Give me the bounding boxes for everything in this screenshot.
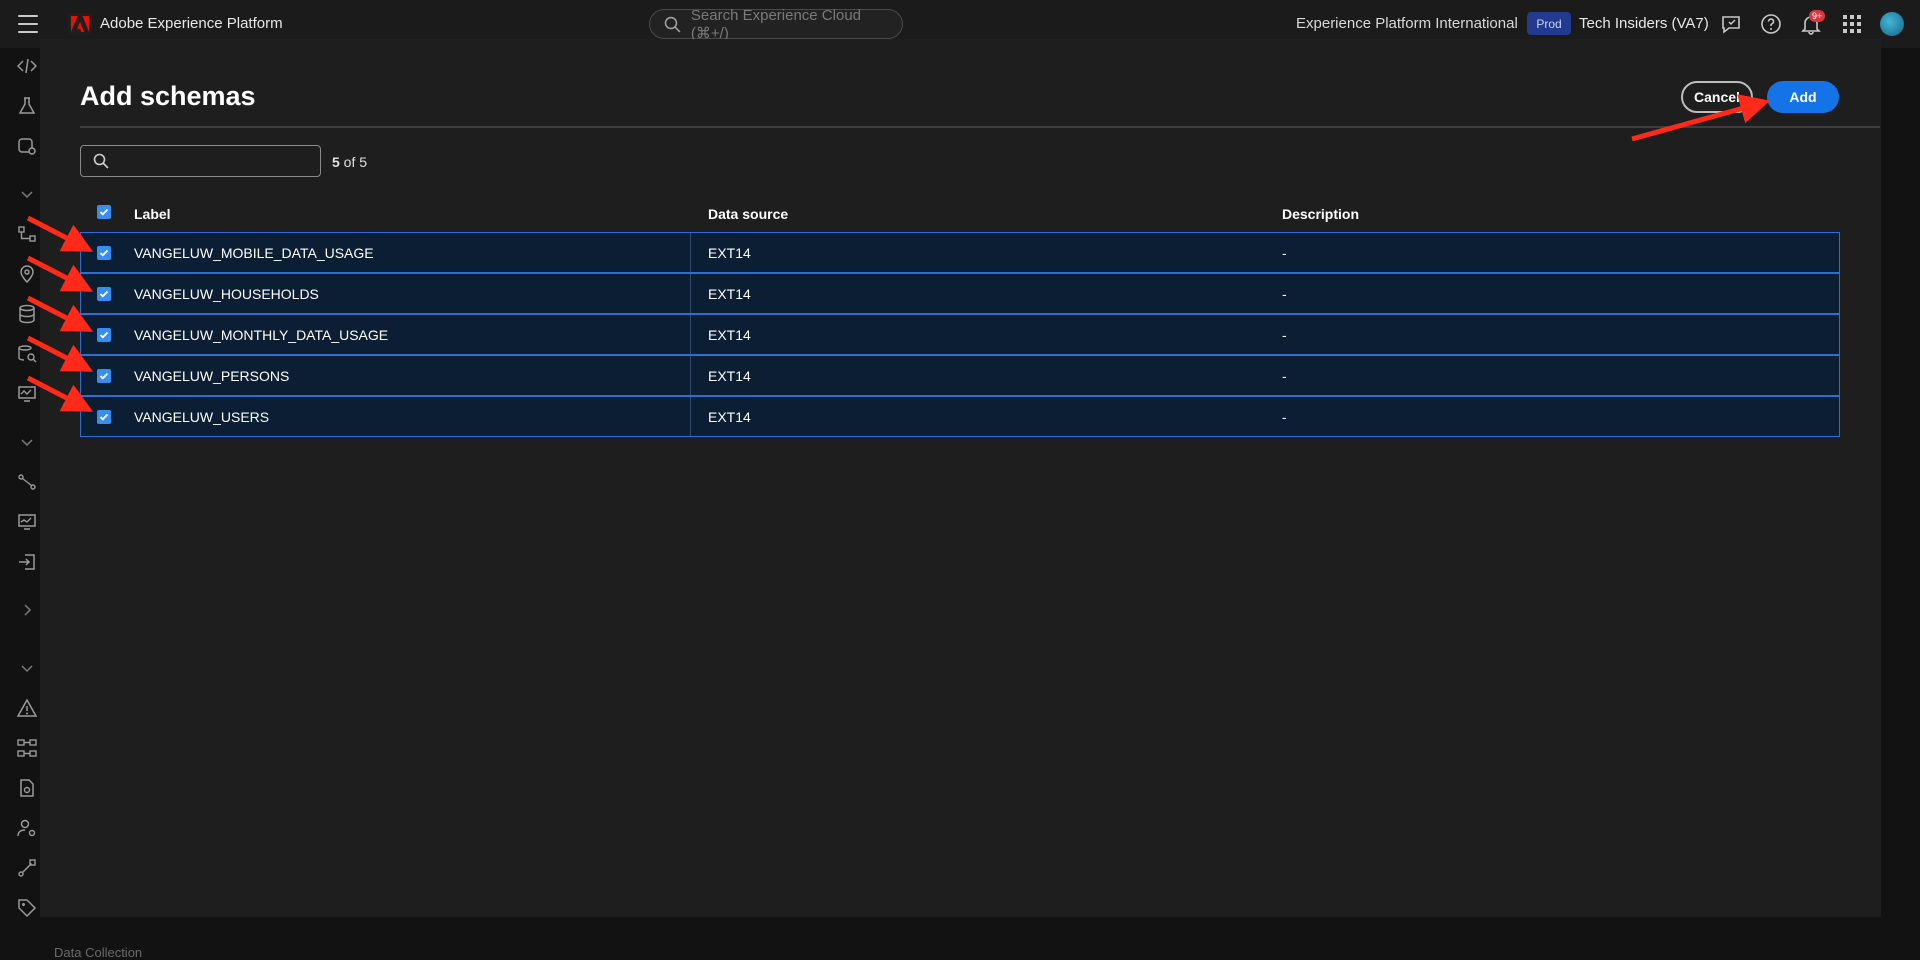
schema-settings-icon[interactable] bbox=[17, 136, 37, 156]
column-header-description[interactable]: Description bbox=[1282, 206, 1359, 222]
help-icon[interactable] bbox=[1760, 13, 1782, 35]
row-label: VANGELUW_MONTHLY_DATA_USAGE bbox=[134, 327, 389, 343]
chevron-down-icon[interactable] bbox=[17, 184, 37, 204]
add-schemas-dialog: Add schemas Cancel Add 5 of 5 Label Data… bbox=[40, 39, 1881, 917]
apps-grid-icon[interactable] bbox=[1841, 13, 1863, 35]
menu-icon[interactable] bbox=[18, 15, 38, 33]
workflow-icon[interactable] bbox=[17, 224, 37, 244]
column-header-label[interactable]: Label bbox=[134, 206, 171, 222]
row-checkbox[interactable] bbox=[97, 369, 111, 383]
row-label: VANGELUW_USERS bbox=[134, 409, 270, 425]
row-description: - bbox=[1282, 327, 1287, 343]
code-icon[interactable] bbox=[17, 56, 37, 76]
database-icon[interactable] bbox=[17, 304, 37, 324]
table-row[interactable]: VANGELUW_MONTHLY_DATA_USAGE EXT14 - bbox=[80, 314, 1840, 355]
user-settings-icon[interactable] bbox=[17, 818, 37, 838]
monitor-icon[interactable] bbox=[17, 384, 37, 404]
dashboard-icon[interactable] bbox=[17, 512, 37, 532]
row-label: VANGELUW_MOBILE_DATA_USAGE bbox=[134, 245, 374, 261]
select-all-checkbox[interactable] bbox=[97, 205, 111, 219]
graph-icon[interactable] bbox=[17, 738, 37, 758]
app-title[interactable]: Adobe Experience Platform bbox=[100, 15, 283, 32]
row-description: - bbox=[1282, 409, 1287, 425]
table-row[interactable]: VANGELUW_USERS EXT14 - bbox=[80, 396, 1840, 437]
row-description: - bbox=[1282, 245, 1287, 261]
document-settings-icon[interactable] bbox=[17, 778, 37, 798]
import-icon[interactable] bbox=[17, 552, 37, 572]
row-description: - bbox=[1282, 286, 1287, 302]
path-icon[interactable] bbox=[17, 472, 37, 492]
background-section-label: Data Collection bbox=[54, 945, 143, 960]
location-icon[interactable] bbox=[17, 264, 37, 284]
add-button[interactable]: Add bbox=[1767, 81, 1839, 113]
table-row[interactable]: VANGELUW_PERSONS EXT14 - bbox=[80, 355, 1840, 396]
row-description: - bbox=[1282, 368, 1287, 384]
result-count-total: of 5 bbox=[339, 154, 368, 170]
column-divider bbox=[690, 233, 691, 272]
sandbox-switcher[interactable]: Tech Insiders (VA7) bbox=[1579, 15, 1709, 32]
row-label: VANGELUW_PERSONS bbox=[134, 368, 290, 384]
column-divider bbox=[690, 274, 691, 313]
column-divider bbox=[690, 397, 691, 436]
search-icon bbox=[664, 16, 681, 33]
query-icon[interactable] bbox=[17, 344, 37, 364]
avatar[interactable] bbox=[1880, 12, 1904, 36]
alert-icon[interactable] bbox=[17, 698, 37, 718]
org-switcher[interactable]: Experience Platform International bbox=[1296, 15, 1518, 32]
chevron-down-icon[interactable] bbox=[17, 432, 37, 452]
row-data-source: EXT14 bbox=[708, 245, 751, 261]
column-divider bbox=[690, 315, 691, 354]
chevron-right-icon[interactable] bbox=[17, 600, 37, 620]
pipeline-icon[interactable] bbox=[17, 858, 37, 878]
row-data-source: EXT14 bbox=[708, 368, 751, 384]
row-data-source: EXT14 bbox=[708, 409, 751, 425]
row-checkbox[interactable] bbox=[97, 287, 111, 301]
cancel-button[interactable]: Cancel bbox=[1681, 81, 1753, 113]
environment-badge[interactable]: Prod bbox=[1527, 12, 1571, 35]
table-row[interactable]: VANGELUW_HOUSEHOLDS EXT14 - bbox=[80, 273, 1840, 314]
tag-icon[interactable] bbox=[17, 898, 37, 918]
row-checkbox[interactable] bbox=[97, 328, 111, 342]
adobe-logo-icon[interactable] bbox=[68, 13, 92, 35]
row-checkbox[interactable] bbox=[97, 246, 111, 260]
feedback-icon[interactable] bbox=[1720, 13, 1742, 35]
row-data-source: EXT14 bbox=[708, 327, 751, 343]
dialog-title: Add schemas bbox=[80, 81, 256, 111]
result-count: 5 of 5 bbox=[332, 154, 367, 170]
schema-search-input[interactable] bbox=[80, 145, 321, 177]
global-search-input[interactable]: Search Experience Cloud (⌘+/) bbox=[649, 6, 903, 42]
result-count-shown: 5 bbox=[332, 154, 340, 170]
row-data-source: EXT14 bbox=[708, 286, 751, 302]
chevron-down-icon[interactable] bbox=[17, 658, 37, 678]
row-label: VANGELUW_HOUSEHOLDS bbox=[134, 286, 319, 302]
notification-count-badge: 9+ bbox=[1809, 10, 1826, 22]
flask-icon[interactable] bbox=[17, 96, 37, 116]
left-navigation-rail bbox=[0, 48, 40, 957]
column-header-data-source[interactable]: Data source bbox=[708, 206, 788, 222]
column-divider bbox=[690, 356, 691, 395]
row-checkbox[interactable] bbox=[97, 410, 111, 424]
dialog-divider bbox=[80, 126, 1880, 128]
search-placeholder: Search Experience Cloud (⌘+/) bbox=[690, 6, 862, 42]
table-row[interactable]: VANGELUW_MOBILE_DATA_USAGE EXT14 - bbox=[80, 232, 1840, 273]
search-icon bbox=[93, 153, 109, 169]
